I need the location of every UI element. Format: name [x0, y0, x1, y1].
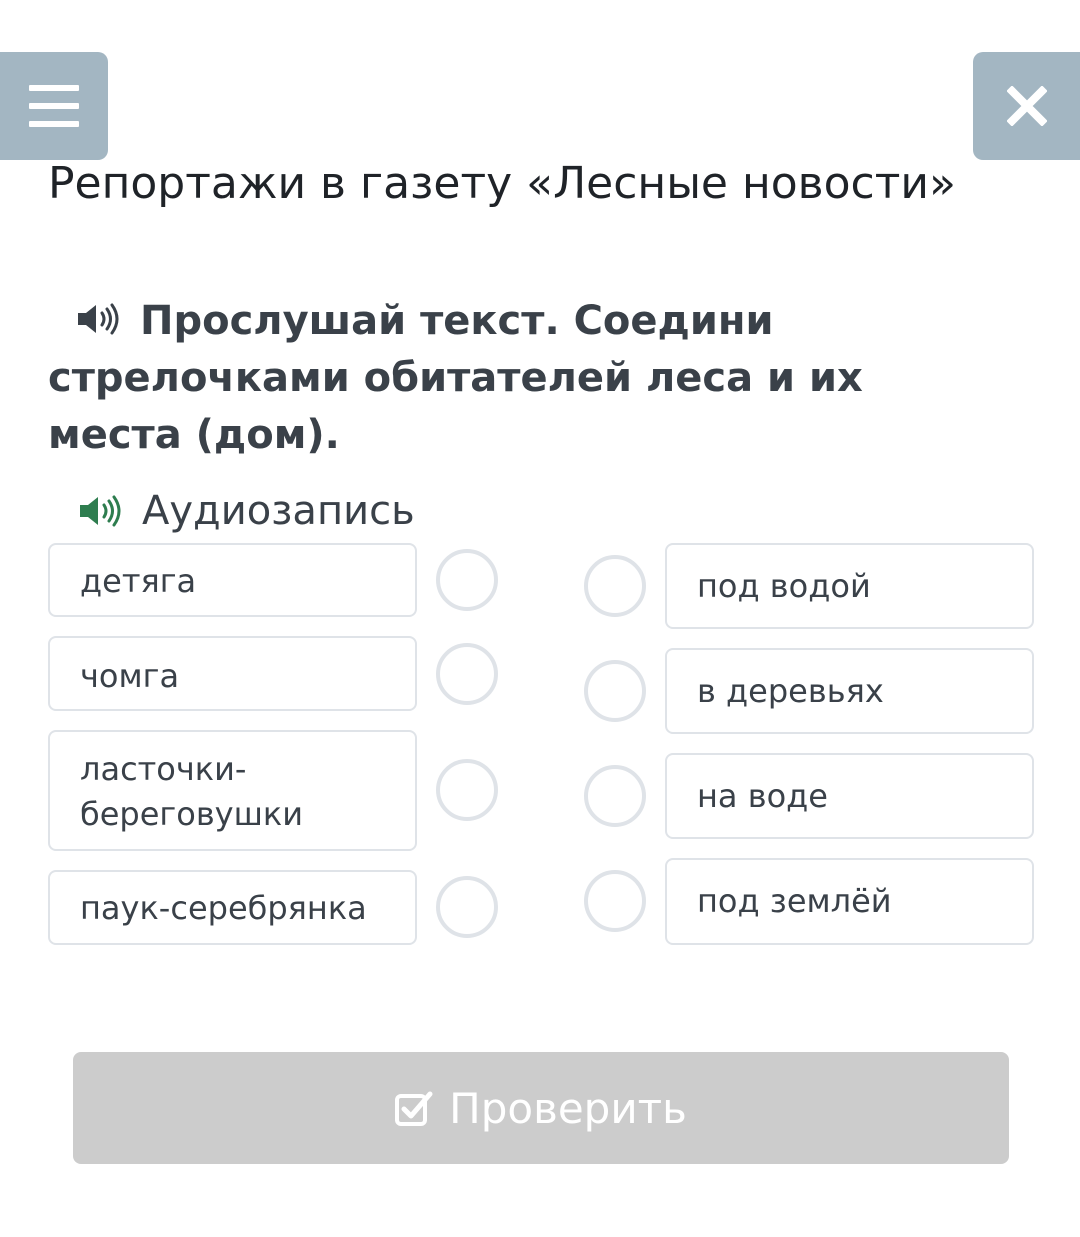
right-item-card[interactable]: на воде: [665, 753, 1034, 839]
right-item-card[interactable]: под землёй: [665, 858, 1034, 945]
left-connector-circle[interactable]: [436, 759, 498, 821]
left-item-card[interactable]: детяга: [48, 543, 417, 617]
left-item-label: чомга: [80, 657, 180, 695]
left-connector-circle[interactable]: [436, 876, 498, 938]
right-connector-circle[interactable]: [584, 870, 646, 932]
audio-player-link[interactable]: Аудиозапись: [78, 488, 415, 534]
menu-button[interactable]: [0, 52, 108, 160]
exercise-page: Репортажи в газету «Лесные новости» Прос…: [0, 0, 1080, 1237]
right-connector-circle[interactable]: [584, 555, 646, 617]
speaker-icon: [80, 495, 121, 527]
right-item-label: под землёй: [697, 882, 892, 920]
right-item-label: в деревьях: [697, 671, 884, 710]
right-item-label: на воде: [697, 776, 828, 815]
close-button[interactable]: [973, 52, 1080, 160]
speaker-icon[interactable]: [76, 302, 120, 336]
hamburger-menu-icon: [29, 85, 79, 127]
task-instruction: Прослушай текст. Соедини стрелочками оби…: [48, 293, 1008, 464]
left-item-card[interactable]: ласточки-береговушки: [48, 730, 417, 851]
left-item-label: ласточки-береговушки: [80, 750, 304, 833]
close-x-icon: [1007, 86, 1047, 126]
checkbox-check-icon: [395, 1091, 433, 1126]
right-item-label: под водой: [697, 566, 871, 605]
page-title: Репортажи в газету «Лесные новости»: [48, 158, 956, 209]
left-connector-circle[interactable]: [436, 549, 498, 611]
left-item-label: паук-серебрянка: [80, 889, 367, 927]
left-connector-circle[interactable]: [436, 643, 498, 705]
check-button-label: Проверить: [449, 1083, 687, 1133]
audio-label: Аудиозапись: [142, 488, 415, 534]
task-text: Прослушай текст. Соедини стрелочками оби…: [48, 298, 863, 458]
check-button[interactable]: Проверить: [73, 1052, 1009, 1164]
right-item-card[interactable]: в деревьях: [665, 648, 1034, 734]
left-item-card[interactable]: чомга: [48, 636, 417, 711]
right-item-card[interactable]: под водой: [665, 543, 1034, 629]
left-item-card[interactable]: паук-серебрянка: [48, 870, 417, 945]
right-connector-circle[interactable]: [584, 765, 646, 827]
right-connector-circle[interactable]: [584, 660, 646, 722]
left-item-label: детяга: [80, 562, 197, 600]
